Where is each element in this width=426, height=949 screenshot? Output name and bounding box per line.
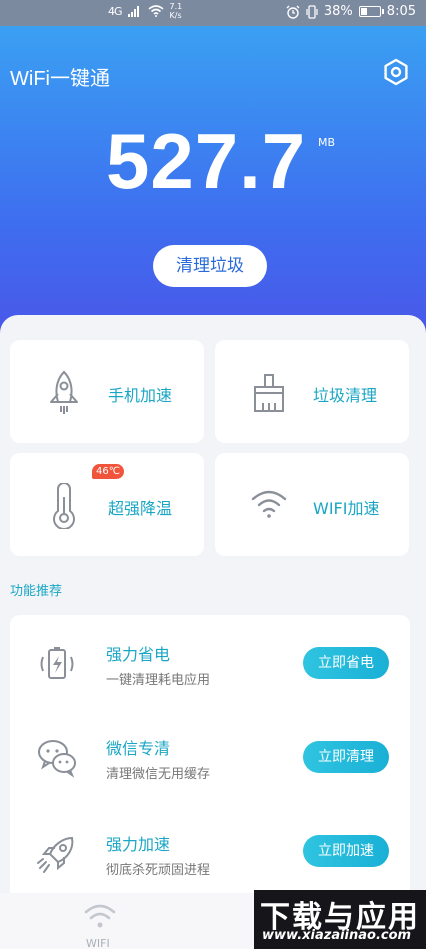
network-type: 4G (108, 4, 122, 18)
watermark: 下载与应用 www.xiazaiinao.com (254, 890, 426, 949)
status-left: 4G 7.1 K/s (108, 2, 182, 20)
battery-icon (358, 6, 384, 17)
recommend-list: 强力省电 一键清理耗电应用 立即省电 微信专清 清理微信无用缓存 立即清理 强力… (10, 615, 410, 905)
net-speed-value: 7.1 (169, 2, 183, 11)
item-subtitle: 彻底杀死顽固进程 (106, 863, 211, 878)
junk-size-value: 527.7 (106, 117, 307, 205)
nav-wifi-label[interactable]: WIFI (86, 937, 110, 949)
section-title: 功能推荐 (10, 584, 63, 599)
settings-icon[interactable] (382, 58, 410, 86)
app-title: WiFi一键通 (10, 68, 110, 90)
wifi-status-icon (148, 5, 164, 17)
battery-charge-icon (40, 647, 74, 679)
item-title: 微信专清 (106, 739, 171, 758)
list-item: 强力加速 彻底杀死顽固进程 立即加速 (10, 809, 410, 899)
temperature-badge: 46℃ (92, 464, 124, 479)
junk-size-unit: MB (318, 136, 336, 149)
header: WiFi一键通 527.7 MB 清理垃圾 (0, 26, 426, 346)
battery-percent: 38% (323, 4, 353, 19)
vibrate-icon (306, 4, 318, 19)
watermark-url: www.xiazaiinao.com (262, 928, 412, 943)
status-bar: 4G 7.1 K/s 38% 8:05 (0, 0, 426, 26)
tool-phone-boost[interactable]: 手机加速 (10, 340, 204, 443)
save-power-button[interactable]: 立即省电 (303, 647, 389, 679)
battery-fill (360, 8, 368, 15)
signal-icon (127, 6, 139, 17)
clean-wechat-button[interactable]: 立即清理 (303, 741, 389, 773)
net-speed: 7.1 K/s (170, 2, 183, 20)
item-title: 强力省电 (106, 645, 171, 664)
status-right: 38% 8:05 (286, 4, 416, 19)
net-speed-unit: K/s (169, 11, 182, 20)
wifi-icon (251, 490, 287, 518)
list-item: 微信专清 清理微信无用缓存 立即清理 (10, 711, 410, 801)
tool-label: WIFI加速 (313, 499, 380, 518)
rocket-icon (50, 370, 78, 414)
tool-wifi-boost[interactable]: WIFI加速 (215, 453, 409, 556)
broom-icon (254, 374, 284, 412)
item-title: 强力加速 (106, 835, 171, 854)
tool-label: 手机加速 (108, 386, 173, 405)
alarm-icon (286, 5, 300, 19)
clock: 8:05 (386, 4, 416, 19)
list-item: 强力省电 一键清理耗电应用 立即省电 (10, 615, 410, 705)
rocket-launch-icon (37, 836, 74, 873)
item-subtitle: 一键清理耗电应用 (106, 673, 211, 688)
tool-junk-clean[interactable]: 垃圾清理 (215, 340, 409, 443)
nav-wifi-icon[interactable] (82, 901, 118, 931)
clean-junk-button[interactable]: 清理垃圾 (153, 245, 267, 287)
thermometer-icon (53, 483, 75, 529)
boost-button[interactable]: 立即加速 (303, 835, 389, 867)
wechat-icon (38, 740, 76, 778)
item-subtitle: 清理微信无用缓存 (106, 767, 211, 782)
tool-label: 垃圾清理 (313, 386, 378, 405)
tool-label: 超强降温 (108, 499, 173, 518)
